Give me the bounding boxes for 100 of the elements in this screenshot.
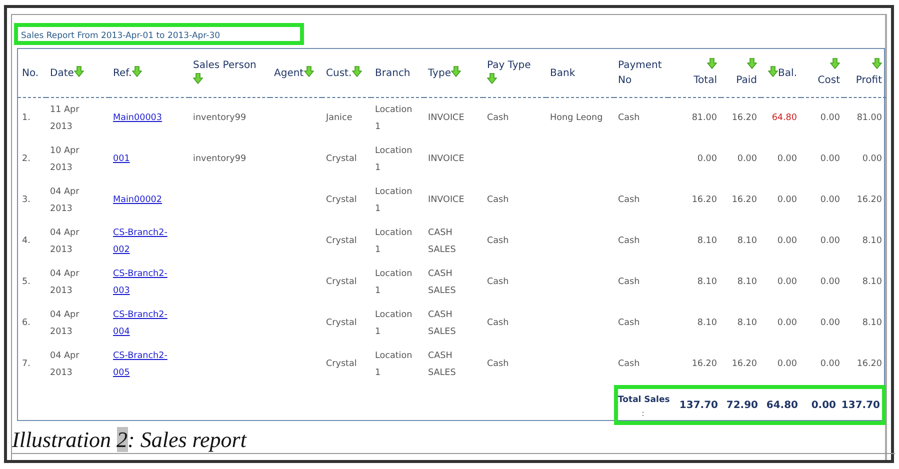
table-cell-text: 04 Apr 2013: [50, 308, 80, 338]
table-cell: CASH SALES: [428, 268, 456, 296]
table-cell: Crystal: [326, 154, 357, 164]
table-cell: 0.00: [737, 154, 757, 164]
table-cell: CASH SALES: [428, 310, 456, 336]
table-cell: 16.20: [692, 195, 717, 205]
table-cell-text: Location 1: [375, 268, 414, 298]
sort-arrow-icon[interactable]: [304, 66, 314, 76]
table-cell: Cash: [487, 113, 509, 123]
table-cell: 8.10: [697, 277, 717, 287]
table-cell: Hong Leong: [550, 113, 603, 123]
table-cell: Cash: [618, 277, 640, 287]
sort-arrow-icon[interactable]: [132, 66, 142, 76]
table-cell: Crystal: [326, 318, 357, 328]
table-cell: 3.: [22, 195, 30, 205]
column-header: Bal.: [778, 68, 797, 78]
table-cell: 0.00: [777, 277, 797, 287]
table-cell: 8.10: [737, 236, 757, 246]
sort-arrow-icon[interactable]: [830, 58, 840, 69]
table-cell: 0.00: [777, 195, 797, 205]
table-cell: 81.00: [692, 113, 717, 123]
table-cell-text: 04 Apr 2013: [50, 226, 80, 256]
table-cell: CASH SALES: [428, 228, 456, 254]
table-cell: 0.00: [697, 154, 717, 164]
table-cell-text: Location 1: [375, 350, 414, 380]
table-cell: Cash: [618, 236, 640, 246]
table-cell: Cash: [487, 318, 509, 328]
sort-arrow-icon[interactable]: [747, 58, 757, 69]
table-cell: 5.: [22, 277, 30, 287]
table-cell: 6.: [22, 318, 30, 328]
table-cell: 7.: [22, 359, 30, 369]
table-cell-text: 04 Apr 2013: [50, 268, 80, 298]
table-cell: 16.20: [692, 359, 717, 369]
ref-link[interactable]: Main00002: [113, 192, 162, 209]
sort-arrow-icon[interactable]: [193, 73, 203, 84]
table-cell: 0.00: [820, 277, 840, 287]
table-cell: 8.10: [862, 236, 882, 246]
table-cell: 1.: [22, 113, 30, 123]
total-value: 64.80: [766, 400, 798, 410]
table-cell: Cash: [618, 195, 640, 205]
table-cell: 16.20: [732, 359, 757, 369]
ref-link[interactable]: CS-Branch2-004: [113, 306, 177, 340]
table-cell: Cash: [618, 113, 640, 123]
table-cell: 8.10: [862, 318, 882, 328]
sort-arrow-icon[interactable]: [450, 66, 461, 76]
ref-link[interactable]: 001: [113, 151, 130, 168]
column-header: Type: [428, 68, 451, 78]
table-cell: 64.80: [772, 113, 797, 123]
ref-link[interactable]: Main00003: [113, 110, 162, 127]
column-header: No.: [22, 68, 39, 78]
table-cell: INVOICE: [428, 154, 464, 164]
table-cell: 81.00: [856, 113, 882, 123]
table-cell: 0.00: [820, 113, 840, 123]
table-cell: 0.00: [820, 359, 840, 369]
column-header: Payment No: [618, 59, 662, 88]
total-value: 72.90: [726, 400, 758, 410]
table-cell: 0.00: [777, 318, 797, 328]
table-cell: 0.00: [820, 195, 840, 205]
column-header: Bank: [550, 68, 576, 78]
total-value: 137.70: [841, 400, 880, 410]
table-cell: Cash: [487, 236, 509, 246]
table-cell: inventory99: [193, 113, 246, 123]
column-header: Total: [694, 75, 717, 86]
table-cell: 16.20: [732, 113, 757, 123]
table-cell: 8.10: [737, 318, 757, 328]
table-cell: Crystal: [326, 359, 357, 369]
table-cell: 8.10: [737, 277, 757, 287]
ref-link[interactable]: CS-Branch2-002: [113, 224, 177, 258]
table-cell-text: 04 Apr 2013: [50, 186, 80, 216]
sort-arrow-icon[interactable]: [707, 58, 717, 69]
sort-arrow-icon[interactable]: [74, 66, 84, 76]
total-label: Total Sales: [618, 394, 670, 407]
ref-link[interactable]: CS-Branch2-005: [113, 348, 177, 382]
table-cell: Crystal: [326, 277, 357, 287]
sort-arrow-icon[interactable]: [487, 73, 497, 84]
table-cell: 16.20: [856, 195, 882, 205]
table-cell-text: Location 1: [375, 104, 414, 134]
sort-arrow-icon[interactable]: [872, 58, 882, 69]
total-value: 137.70: [679, 400, 718, 410]
column-header: Paid: [736, 75, 757, 86]
report-title: Sales Report From 2013-Apr-01 to 2013-Apr-30: [21, 31, 220, 41]
table-cell: Cash: [487, 277, 509, 287]
sort-arrow-icon[interactable]: [352, 66, 362, 76]
table-cell: Cash: [618, 318, 640, 328]
table-cell: 0.00: [777, 236, 797, 246]
table-cell: 0.00: [820, 236, 840, 246]
table-cell-text: Location 1: [375, 144, 414, 174]
sort-arrow-icon[interactable]: [768, 66, 778, 76]
total-separator: :: [642, 409, 644, 418]
column-header: Cust.: [326, 68, 352, 78]
table-cell: INVOICE: [428, 113, 464, 123]
table-cell-text: 10 Apr 2013: [50, 144, 80, 174]
table-cell-text: Location 1: [375, 226, 414, 256]
figure-caption: Illustration 2: Sales report: [12, 427, 895, 454]
table-cell: Crystal: [326, 195, 357, 205]
table-cell: 8.10: [697, 236, 717, 246]
table-cell: 0.00: [820, 154, 840, 164]
table-cell: 16.20: [732, 195, 757, 205]
table-cell: 0.00: [862, 154, 882, 164]
ref-link[interactable]: CS-Branch2-003: [113, 266, 177, 300]
